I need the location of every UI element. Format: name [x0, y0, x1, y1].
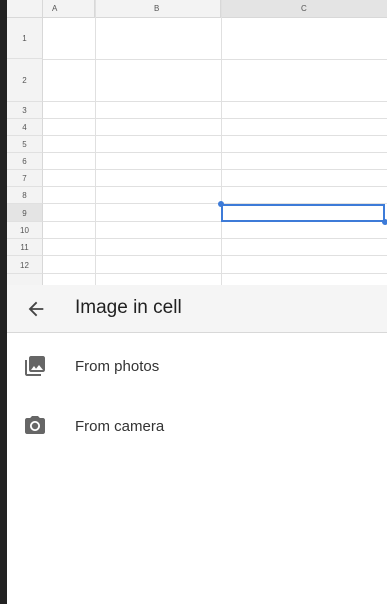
grid-line	[43, 152, 387, 153]
row-label: 8	[22, 191, 27, 200]
selected-cell-c9[interactable]	[221, 204, 385, 222]
column-header-c[interactable]: C	[221, 0, 387, 18]
photo-library-icon	[25, 356, 45, 376]
selection-handle[interactable]	[218, 201, 224, 207]
row-header-10[interactable]: 10	[7, 222, 43, 239]
row-label: 2	[22, 76, 27, 85]
column-label: C	[301, 4, 307, 13]
camera-icon	[25, 416, 45, 434]
grid-line	[95, 0, 96, 285]
row-label: 10	[20, 226, 29, 235]
row-header-1[interactable]: 1	[7, 18, 43, 59]
row-header-partial[interactable]	[7, 274, 43, 285]
row-label: 11	[20, 243, 29, 252]
row-label: 5	[22, 140, 27, 149]
row-label: 12	[20, 261, 29, 270]
grid-line	[43, 135, 387, 136]
column-label: B	[154, 4, 160, 13]
row-header-6[interactable]: 6	[7, 153, 43, 170]
column-header-b[interactable]: B	[95, 0, 221, 18]
row-label: 6	[22, 157, 27, 166]
spreadsheet-grid[interactable]: A B C 1 2 3 4 5 6 7 8 9 10 11 12	[7, 0, 387, 285]
column-header-a[interactable]: A	[43, 0, 95, 18]
row-header-4[interactable]: 4	[7, 119, 43, 136]
grid-line	[43, 273, 387, 274]
row-label: 9	[22, 209, 27, 218]
arrow-left-icon[interactable]	[25, 298, 47, 320]
from-camera-option[interactable]: From camera	[7, 397, 387, 453]
row-header-3[interactable]: 3	[7, 102, 43, 119]
row-header-7[interactable]: 7	[7, 170, 43, 187]
row-header-2[interactable]: 2	[7, 59, 43, 102]
grid-line	[221, 0, 222, 285]
row-label: 7	[22, 174, 27, 183]
column-label: A	[52, 4, 58, 13]
row-header-11[interactable]: 11	[7, 239, 43, 256]
image-in-cell-panel: Image in cell From photos From camera	[7, 285, 387, 604]
panel-header: Image in cell	[7, 285, 387, 333]
screen-edge	[0, 0, 7, 604]
row-header-5[interactable]: 5	[7, 136, 43, 153]
row-label: 4	[22, 123, 27, 132]
panel-title: Image in cell	[75, 297, 182, 318]
grid-line	[43, 186, 387, 187]
grid-line	[43, 238, 387, 239]
from-photos-option[interactable]: From photos	[7, 337, 387, 393]
row-header-9[interactable]: 9	[7, 204, 43, 222]
grid-line	[43, 118, 387, 119]
corner-cell[interactable]	[7, 0, 43, 18]
grid-line	[43, 255, 387, 256]
row-header-8[interactable]: 8	[7, 187, 43, 204]
from-photos-label: From photos	[75, 358, 160, 375]
row-header-12[interactable]: 12	[7, 256, 43, 274]
row-label: 3	[22, 106, 27, 115]
from-camera-label: From camera	[75, 418, 165, 435]
grid-line	[43, 101, 387, 102]
grid-line	[43, 169, 387, 170]
row-label: 1	[22, 34, 27, 43]
selection-handle[interactable]	[382, 219, 387, 225]
grid-line	[43, 59, 387, 60]
